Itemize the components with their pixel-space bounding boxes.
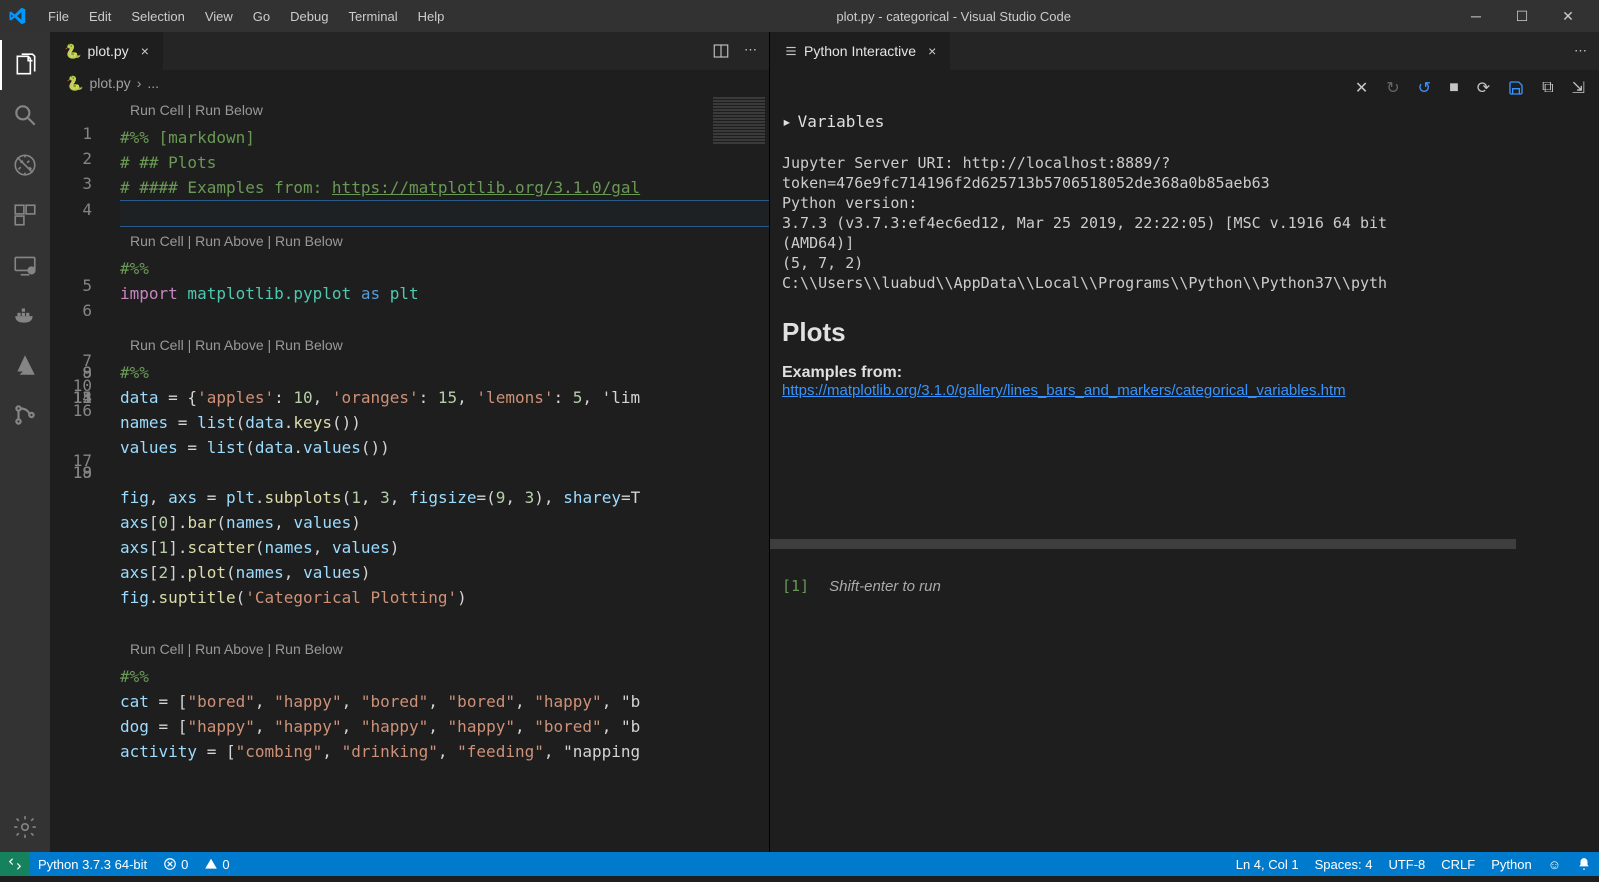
explorer-icon[interactable] bbox=[0, 40, 50, 90]
more-actions-icon[interactable]: ⋯ bbox=[1574, 43, 1587, 59]
activity-bar bbox=[0, 32, 50, 852]
lens-run-below[interactable]: Run Below bbox=[195, 102, 263, 118]
variables-label: Variables bbox=[798, 112, 885, 131]
save-icon[interactable] bbox=[1508, 80, 1524, 96]
code-lens: Run Cell | Run Below bbox=[130, 98, 769, 123]
menu-debug[interactable]: Debug bbox=[280, 9, 338, 24]
breadcrumb-more: ... bbox=[147, 75, 159, 91]
menu-selection[interactable]: Selection bbox=[121, 9, 194, 24]
title-bar: File Edit Selection View Go Debug Termin… bbox=[0, 0, 1599, 32]
close-button[interactable]: ✕ bbox=[1545, 0, 1591, 32]
split-editor-icon[interactable] bbox=[712, 42, 730, 60]
interactive-toolbar: ✕ ↻ ↺ ■ ⟳ ⧉ ⇲ bbox=[770, 70, 1599, 106]
menu-terminal[interactable]: Terminal bbox=[338, 9, 407, 24]
status-python[interactable]: Python 3.7.3 64-bit bbox=[30, 857, 155, 872]
restart-icon[interactable]: ⟳ bbox=[1477, 78, 1490, 98]
status-encoding[interactable]: UTF-8 bbox=[1380, 857, 1433, 872]
window-title: plot.py - categorical - Visual Studio Co… bbox=[454, 9, 1453, 24]
status-warnings[interactable]: 0 bbox=[196, 857, 237, 872]
remote-icon[interactable] bbox=[0, 240, 50, 290]
chevron-right-icon: ▸ bbox=[782, 112, 792, 131]
menu-view[interactable]: View bbox=[195, 9, 243, 24]
breadcrumb-file: plot.py bbox=[89, 75, 130, 91]
maximize-button[interactable]: ☐ bbox=[1499, 0, 1545, 32]
search-icon[interactable] bbox=[0, 90, 50, 140]
editor-group-right: Python Interactive × ⋯ ✕ ↻ ↺ ■ ⟳ ⧉ ⇲ ▸ V… bbox=[770, 32, 1599, 852]
extensions-icon[interactable] bbox=[0, 190, 50, 240]
debug-disabled-icon[interactable] bbox=[0, 140, 50, 190]
redo-icon[interactable]: ↻ bbox=[1386, 78, 1399, 98]
lens-run-below[interactable]: Run Below bbox=[275, 641, 343, 657]
status-errors[interactable]: 0 bbox=[155, 857, 196, 872]
interactive-output: Jupyter Server URI: http://localhost:888… bbox=[770, 137, 1599, 852]
code-lens: Run Cell | Run Above | Run Below bbox=[130, 333, 769, 358]
code-lens: Run Cell | Run Above | Run Below bbox=[130, 637, 769, 662]
chevron-right-icon: › bbox=[137, 75, 142, 91]
window-controls: ─ ☐ ✕ bbox=[1453, 0, 1591, 32]
gutter: 12345678910111213141516171819 bbox=[50, 96, 110, 473]
menu-file[interactable]: File bbox=[38, 9, 79, 24]
lens-run-above[interactable]: Run Above bbox=[195, 641, 264, 657]
tab-label: Python Interactive bbox=[804, 43, 916, 59]
lens-run-cell[interactable]: Run Cell bbox=[130, 641, 184, 657]
editor-tabs: 🐍 plot.py × ⋯ bbox=[50, 32, 769, 70]
status-eol[interactable]: CRLF bbox=[1433, 857, 1483, 872]
vscode-logo-icon bbox=[8, 7, 26, 25]
tab-plot-py[interactable]: 🐍 plot.py × bbox=[50, 32, 164, 70]
lens-run-below[interactable]: Run Below bbox=[275, 233, 343, 249]
minimize-button[interactable]: ─ bbox=[1453, 0, 1499, 32]
python-file-icon: 🐍 bbox=[66, 75, 83, 92]
lens-run-below[interactable]: Run Below bbox=[275, 337, 343, 353]
close-icon[interactable]: ✕ bbox=[1355, 78, 1368, 98]
tab-close-icon[interactable]: × bbox=[928, 43, 936, 59]
python-file-icon: 🐍 bbox=[64, 43, 81, 60]
list-icon bbox=[784, 44, 798, 58]
prompt-hint: Shift-enter to run bbox=[829, 578, 941, 595]
current-line bbox=[120, 200, 769, 227]
menu-go[interactable]: Go bbox=[243, 9, 280, 24]
feedback-icon[interactable]: ☺ bbox=[1540, 857, 1569, 872]
stop-icon[interactable]: ■ bbox=[1449, 79, 1459, 97]
menu-edit[interactable]: Edit bbox=[79, 9, 121, 24]
status-language[interactable]: Python bbox=[1483, 857, 1539, 872]
md-heading: Plots bbox=[782, 317, 1587, 348]
remote-indicator[interactable] bbox=[0, 852, 30, 876]
undo-icon[interactable]: ↺ bbox=[1418, 78, 1431, 98]
lens-run-cell[interactable]: Run Cell bbox=[130, 102, 184, 118]
status-bar: Python 3.7.3 64-bit 0 0 Ln 4, Col 1 Spac… bbox=[0, 852, 1599, 876]
breadcrumb[interactable]: 🐍 plot.py › ... bbox=[50, 70, 769, 96]
notifications-icon[interactable] bbox=[1569, 857, 1599, 872]
lens-run-above[interactable]: Run Above bbox=[195, 337, 264, 353]
editor-group-left: 🐍 plot.py × ⋯ 🐍 plot.py › ... bbox=[50, 32, 770, 852]
lens-run-cell[interactable]: Run Cell bbox=[130, 337, 184, 353]
md-link[interactable]: https://matplotlib.org/3.1.0/gallery/lin… bbox=[782, 382, 1346, 399]
source-control-icon[interactable] bbox=[0, 390, 50, 440]
expand-icon[interactable]: ⧉ bbox=[1542, 79, 1553, 97]
code-editor[interactable]: 12345678910111213141516171819 Run Cell |… bbox=[50, 96, 769, 852]
lens-run-cell[interactable]: Run Cell bbox=[130, 233, 184, 249]
input-prompt[interactable]: [1] Shift-enter to run bbox=[770, 549, 1599, 623]
status-spaces[interactable]: Spaces: 4 bbox=[1307, 857, 1381, 872]
prompt-number: [1] bbox=[782, 577, 809, 595]
markdown-output: Plots Examples from: https://matplotlib.… bbox=[770, 301, 1599, 399]
code-content: Run Cell | Run Below #%% [markdown] # ##… bbox=[120, 96, 769, 764]
lens-run-above[interactable]: Run Above bbox=[195, 233, 264, 249]
interactive-tabs: Python Interactive × ⋯ bbox=[770, 32, 1599, 70]
more-actions-icon[interactable]: ⋯ bbox=[744, 42, 757, 60]
md-subheading: Examples from: bbox=[782, 364, 1587, 382]
tab-label: plot.py bbox=[87, 43, 128, 59]
docker-icon[interactable] bbox=[0, 290, 50, 340]
settings-icon[interactable] bbox=[0, 802, 50, 852]
variables-section[interactable]: ▸ Variables bbox=[770, 106, 1599, 137]
code-lens: Run Cell | Run Above | Run Below bbox=[130, 229, 769, 254]
tab-close-icon[interactable]: × bbox=[141, 43, 149, 59]
azure-icon[interactable] bbox=[0, 340, 50, 390]
status-ln-col[interactable]: Ln 4, Col 1 bbox=[1228, 857, 1307, 872]
collapse-icon[interactable]: ⇲ bbox=[1572, 78, 1585, 98]
menu-help[interactable]: Help bbox=[408, 9, 455, 24]
jupyter-info: Jupyter Server URI: http://localhost:888… bbox=[770, 145, 1599, 301]
horizontal-scrollbar[interactable] bbox=[770, 539, 1516, 549]
main-area: 🐍 plot.py × ⋯ 🐍 plot.py › ... bbox=[0, 32, 1599, 852]
tab-python-interactive[interactable]: Python Interactive × bbox=[770, 32, 951, 70]
